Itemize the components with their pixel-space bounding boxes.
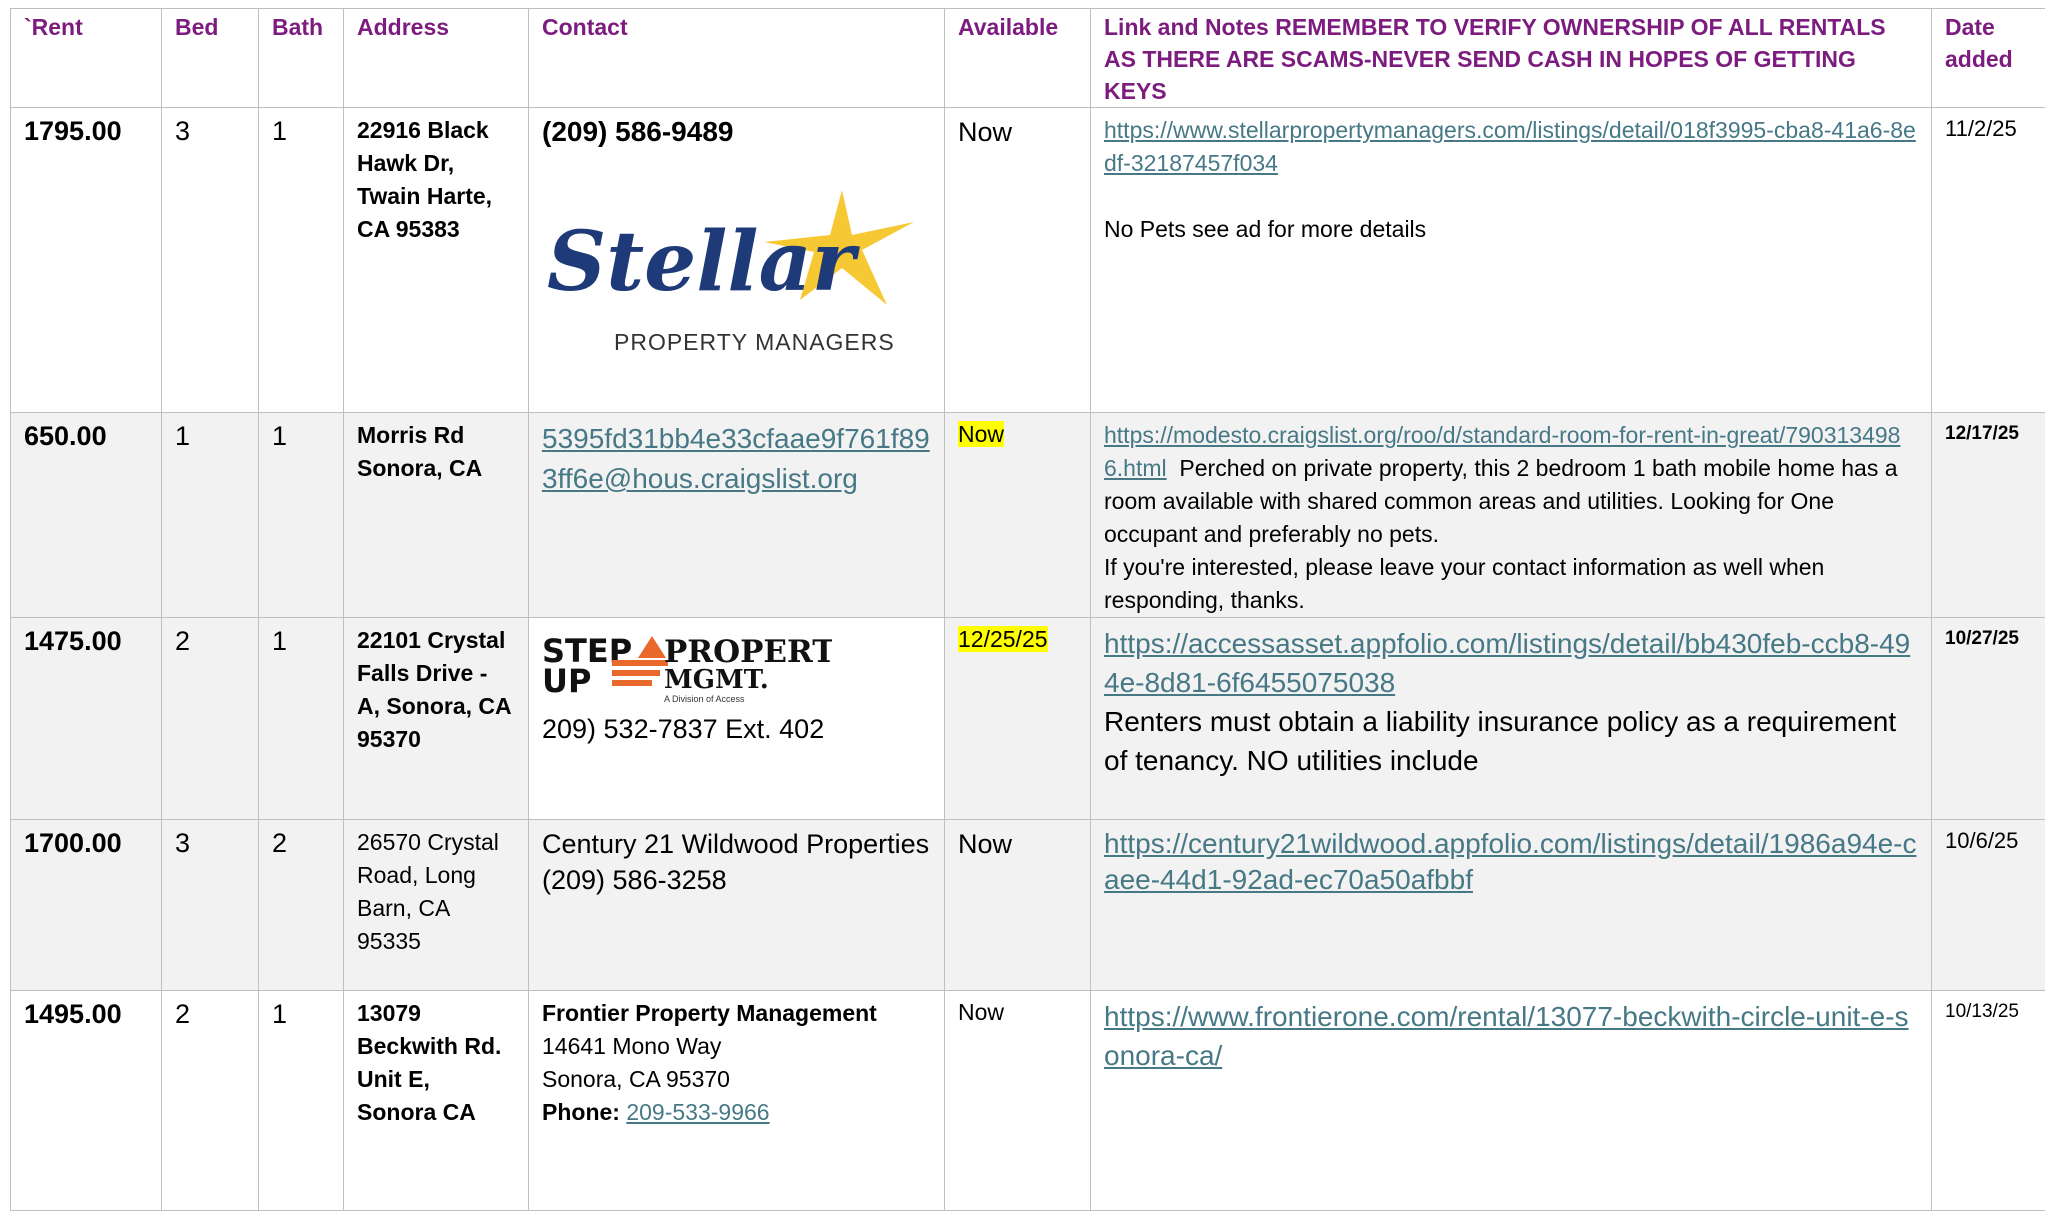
header-notes: Link and Notes REMEMBER TO VERIFY OWNERS…	[1091, 9, 1932, 108]
available-highlight: Now	[958, 421, 1004, 447]
rent-cell: 650.00	[11, 413, 162, 618]
available-cell: Now	[945, 413, 1091, 618]
bed-cell: 2	[162, 618, 259, 820]
header-contact: Contact	[529, 9, 945, 108]
header-date: Date added	[1932, 9, 2045, 108]
contact-email-link[interactable]: 5395fd31bb4e33cfaae9f761f893ff6e@hous.cr…	[542, 419, 931, 499]
available-cell: Now	[945, 991, 1091, 1211]
contact-city: Sonora, CA 95370	[542, 1063, 931, 1096]
rentals-table-sheet: `Rent Bed Bath Address Contact Available…	[10, 8, 2045, 1211]
contact-cell: Frontier Property Management 14641 Mono …	[529, 991, 945, 1211]
bed-cell: 3	[162, 108, 259, 413]
contact-cell: 5395fd31bb4e33cfaae9f761f893ff6e@hous.cr…	[529, 413, 945, 618]
table-row: 1495.00 2 1 13079 Beckwith Rd. Unit E, S…	[11, 991, 2045, 1211]
bath-cell: 1	[259, 991, 344, 1211]
rentals-table: `Rent Bed Bath Address Contact Available…	[10, 8, 2045, 1211]
contact-phone: 209) 532-7837 Ext. 402	[542, 711, 931, 747]
contact-phone: (209) 586-9489	[542, 114, 931, 150]
header-bath: Bath	[259, 9, 344, 108]
date-cell: 10/13/25	[1932, 991, 2045, 1211]
date-cell: 11/2/25	[1932, 108, 2045, 413]
date-cell: 12/17/25	[1932, 413, 2045, 618]
date-cell: 10/6/25	[1932, 820, 2045, 991]
stepup-logo-text: A Division of Access	[664, 694, 745, 704]
notes-cell: https://www.stellarpropertymanagers.com/…	[1091, 108, 1932, 413]
header-available: Available	[945, 9, 1091, 108]
contact-phone-link[interactable]: 209-533-9966	[626, 1099, 769, 1125]
contact-cell: Century 21 Wildwood Properties (209) 586…	[529, 820, 945, 991]
bath-cell: 1	[259, 618, 344, 820]
stepup-logo-text: UP	[542, 662, 591, 700]
header-row: `Rent Bed Bath Address Contact Available…	[11, 9, 2045, 108]
listing-note: No Pets see ad for more details	[1104, 213, 1918, 246]
listing-link[interactable]: https://accessasset.appfolio.com/listing…	[1104, 624, 1918, 702]
rent-cell: 1495.00	[11, 991, 162, 1211]
stepup-logo-text: MGMT.	[664, 665, 769, 695]
header-address: Address	[344, 9, 529, 108]
address-line: Sonora, CA	[357, 452, 515, 485]
header-rent: `Rent	[11, 9, 162, 108]
stellar-logo-text: Stellar	[547, 214, 861, 310]
bath-cell: 1	[259, 108, 344, 413]
rent-cell: 1795.00	[11, 108, 162, 413]
bed-cell: 3	[162, 820, 259, 991]
table-row: 650.00 1 1 Morris Rd Sonora, CA 5395fd31…	[11, 413, 2045, 618]
address-cell: Morris Rd Sonora, CA	[344, 413, 529, 618]
table-row: 1795.00 3 1 22916 Black Hawk Dr, Twain H…	[11, 108, 2045, 413]
address-cell: 26570 Crystal Road, Long Barn, CA 95335	[344, 820, 529, 991]
bed-cell: 1	[162, 413, 259, 618]
stepup-logo-icon: STEP UP PROPERTY MGMT. A Division of Acc…	[542, 628, 832, 706]
contact-name: Frontier Property Management	[542, 997, 931, 1030]
available-cell: Now	[945, 820, 1091, 991]
header-bed: Bed	[162, 9, 259, 108]
listing-note: Perched on private property, this 2 bedr…	[1104, 455, 1898, 547]
bath-cell: 1	[259, 413, 344, 618]
contact-name: Century 21 Wildwood Properties	[542, 826, 931, 862]
listing-note-2: If you're interested, please leave your …	[1104, 551, 1918, 617]
contact-cell: (209) 586-9489 Stellar PROPERTY MANAGERS	[529, 108, 945, 413]
date-cell: 10/27/25	[1932, 618, 2045, 820]
listing-link[interactable]: https://century21wildwood.appfolio.com/l…	[1104, 826, 1918, 898]
stellar-logo-subtext: PROPERTY MANAGERS	[614, 329, 895, 355]
bed-cell: 2	[162, 991, 259, 1211]
available-cell: 12/25/25	[945, 618, 1091, 820]
listing-link[interactable]: https://www.frontierone.com/rental/13077…	[1104, 997, 1918, 1075]
address-cell: 22101 Crystal Falls Drive - A, Sonora, C…	[344, 618, 529, 820]
rent-cell: 1475.00	[11, 618, 162, 820]
table-row: 1475.00 2 1 22101 Crystal Falls Drive - …	[11, 618, 2045, 820]
address-line: Morris Rd	[357, 419, 515, 452]
notes-cell: https://www.frontierone.com/rental/13077…	[1091, 991, 1932, 1211]
notes-cell: https://modesto.craigslist.org/roo/d/sta…	[1091, 413, 1932, 618]
contact-street: 14641 Mono Way	[542, 1030, 931, 1063]
contact-cell: STEP UP PROPERTY MGMT. A Division of Acc…	[529, 618, 945, 820]
listing-link[interactable]: https://www.stellarpropertymanagers.com/…	[1104, 114, 1918, 180]
contact-phone-row: Phone: 209-533-9966	[542, 1096, 931, 1129]
table-row: 1700.00 3 2 26570 Crystal Road, Long Bar…	[11, 820, 2045, 991]
rent-cell: 1700.00	[11, 820, 162, 991]
notes-cell: https://accessasset.appfolio.com/listing…	[1091, 618, 1932, 820]
address-cell: 22916 Black Hawk Dr, Twain Harte, CA 953…	[344, 108, 529, 413]
listing-note: Renters must obtain a liability insuranc…	[1104, 702, 1918, 780]
notes-cell: https://century21wildwood.appfolio.com/l…	[1091, 820, 1932, 991]
contact-phone-label: Phone:	[542, 1099, 620, 1125]
available-highlight: 12/25/25	[958, 626, 1048, 652]
available-cell: Now	[945, 108, 1091, 413]
stellar-logo-icon: Stellar PROPERTY MANAGERS	[542, 180, 922, 360]
address-cell: 13079 Beckwith Rd. Unit E, Sonora CA	[344, 991, 529, 1211]
contact-phone: (209) 586-3258	[542, 862, 931, 898]
bath-cell: 2	[259, 820, 344, 991]
